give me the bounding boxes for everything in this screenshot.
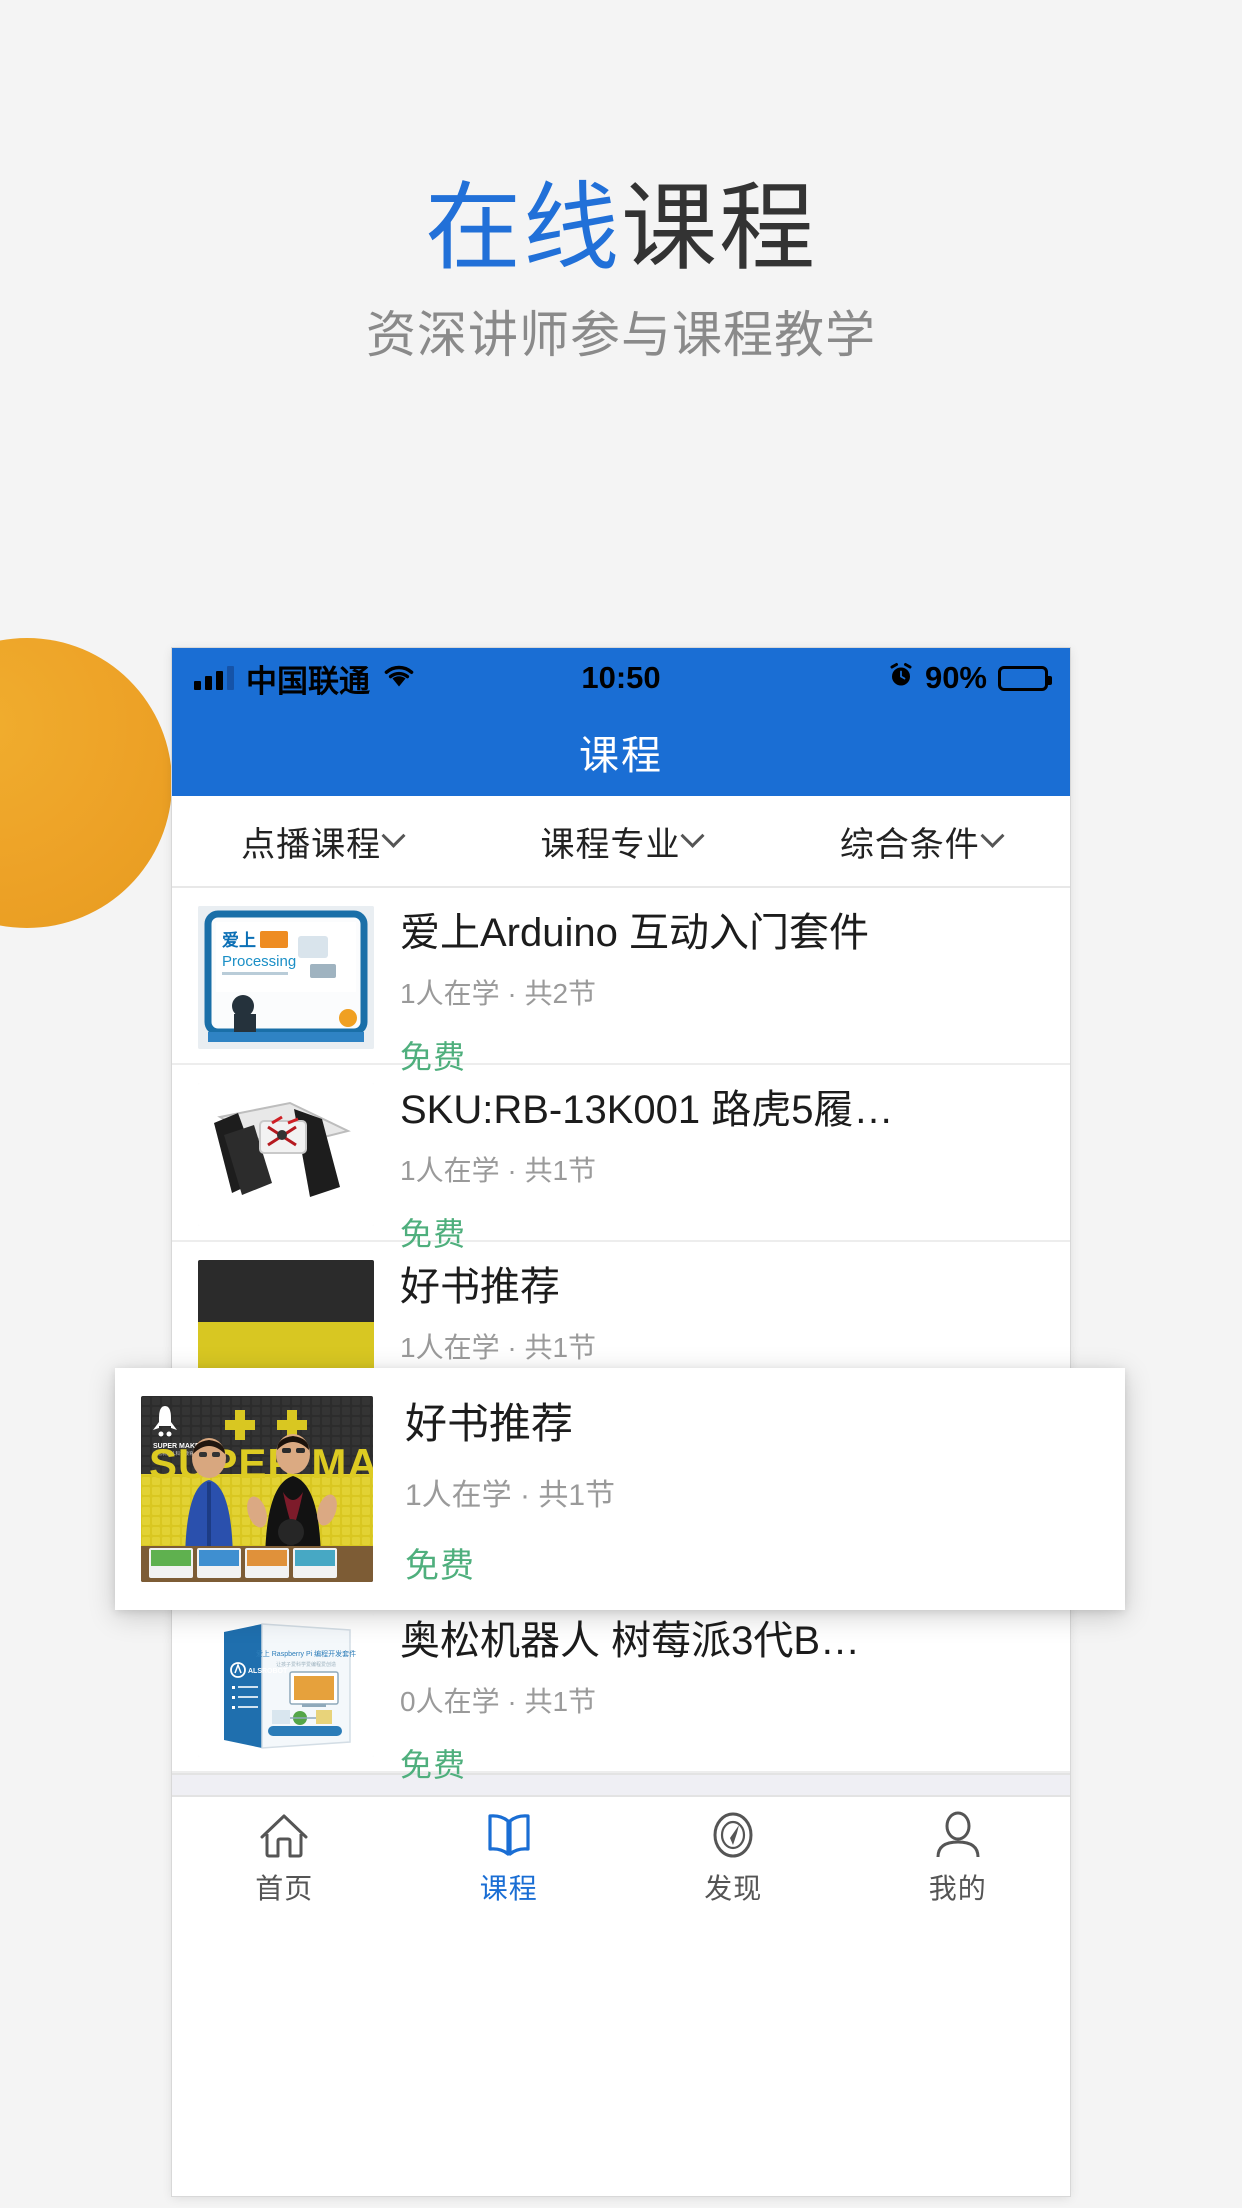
- course-price: 免费: [400, 1747, 467, 1783]
- tab-label: 发现: [704, 1873, 763, 1904]
- page-title-plain: 课程: [621, 175, 817, 282]
- course-price: 免费: [400, 1039, 467, 1075]
- super-maker-video-thumbnail: SUPER MAKER 奥松机器人科普教育 SUPER MAKER: [141, 1396, 373, 1582]
- nav-bar-title: 课程: [579, 734, 663, 778]
- status-bar: 中国联通 10:50 90%: [172, 648, 1070, 708]
- tank-chassis-thumbnail: [198, 1083, 374, 1226]
- carrier-label: 中国联通: [246, 663, 370, 699]
- course-list-item[interactable]: ALSROBOT 爱上 Raspberry Pi 编程开发套件 让孩子爱科学爱编…: [172, 1596, 1070, 1783]
- course-title: 好书推荐: [400, 1265, 560, 1309]
- decorative-orange-circle: [0, 638, 172, 928]
- tab-profile[interactable]: 我的: [846, 1811, 1071, 1907]
- raspberry-pi-box-thumbnail: ALSROBOT 爱上 Raspberry Pi 编程开发套件 让孩子爱科学爱编…: [198, 1614, 374, 1757]
- svg-text:爱上: 爱上: [222, 930, 256, 950]
- nav-bar: 课程: [172, 708, 1070, 796]
- book-icon: [483, 1811, 535, 1859]
- bottom-tab-bar: 首页 课程 发现 我的: [172, 1797, 1070, 1921]
- page-title: 在线课程: [0, 176, 1242, 282]
- person-icon: [932, 1811, 984, 1859]
- svg-text:ALSROBOT: ALSROBOT: [248, 1668, 288, 1675]
- svg-text:爱上 Raspberry Pi 编程开发套件: 爱上 Raspberry Pi 编程开发套件: [256, 1649, 356, 1658]
- hero-section: 在线课程 资深讲师参与课程教学: [0, 0, 1242, 620]
- tab-label: 我的: [928, 1873, 987, 1904]
- course-title: SKU:RB-13K001 路虎5履…: [400, 1088, 894, 1132]
- course-meta: 1人在学 · 共1节: [400, 1155, 597, 1186]
- svg-text:SUPER MAKER: SUPER MAKER: [149, 1440, 373, 1487]
- alarm-clock-icon: [888, 660, 914, 696]
- course-list-item[interactable]: SKU:RB-13K001 路虎5履… 1人在学 · 共1节 免费: [172, 1065, 1070, 1252]
- svg-text:让孩子爱科学爱编程爱创造: 让孩子爱科学爱编程爱创造: [276, 1661, 336, 1668]
- tab-courses[interactable]: 课程: [397, 1811, 622, 1907]
- filter-label: 点播课程: [241, 825, 382, 864]
- course-meta: 0人在学 · 共1节: [400, 1686, 597, 1717]
- course-price: 免费: [405, 1547, 475, 1586]
- page-title-accent: 在线: [425, 175, 621, 282]
- chevron-down-icon: [680, 823, 706, 848]
- tab-label: 课程: [479, 1873, 538, 1904]
- course-price: 免费: [400, 1216, 467, 1252]
- tab-home[interactable]: 首页: [172, 1811, 397, 1907]
- page-subtitle: 资深讲师参与课程教学: [366, 307, 876, 363]
- svg-text:Processing: Processing: [222, 953, 296, 970]
- signal-bars-icon: [194, 666, 234, 690]
- filter-dropdown-course-type[interactable]: 点播课程: [172, 817, 471, 866]
- course-meta: 1人在学 · 共1节: [405, 1479, 616, 1513]
- course-list-item[interactable]: 爱上 Processing 爱上Arduino 互动入门套件 1人在学 · 共2…: [172, 888, 1070, 1075]
- course-meta: 1人在学 · 共1节: [400, 1332, 597, 1363]
- home-icon: [258, 1811, 310, 1859]
- course-title: 奥松机器人 树莓派3代B…: [400, 1619, 861, 1663]
- chevron-down-icon: [381, 823, 406, 848]
- tab-label: 首页: [255, 1873, 314, 1904]
- wifi-icon: [382, 660, 416, 696]
- filter-bar: 点播课程 课程专业 综合条件: [172, 796, 1070, 888]
- chevron-down-icon: [980, 823, 1005, 848]
- filter-dropdown-sort[interactable]: 综合条件: [771, 817, 1070, 866]
- course-list: 爱上 Processing 爱上Arduino 互动入门套件 1人在学 · 共2…: [172, 888, 1070, 1783]
- filter-label: 综合条件: [839, 825, 980, 864]
- course-meta: 1人在学 · 共2节: [400, 978, 597, 1009]
- battery-percent-label: 90%: [924, 660, 987, 695]
- filter-label: 课程专业: [540, 825, 681, 864]
- battery-icon: [998, 665, 1052, 691]
- highlighted-course-card[interactable]: SUPER MAKER 奥松机器人科普教育 SUPER MAKER: [115, 1368, 1125, 1610]
- compass-icon: [707, 1811, 759, 1859]
- filter-dropdown-major[interactable]: 课程专业: [471, 817, 770, 866]
- course-title: 爱上Arduino 互动入门套件: [400, 911, 869, 955]
- course-title: 好书推荐: [405, 1400, 574, 1447]
- arduino-kit-thumbnail: 爱上 Processing: [198, 906, 374, 1049]
- tab-discover[interactable]: 发现: [621, 1811, 846, 1907]
